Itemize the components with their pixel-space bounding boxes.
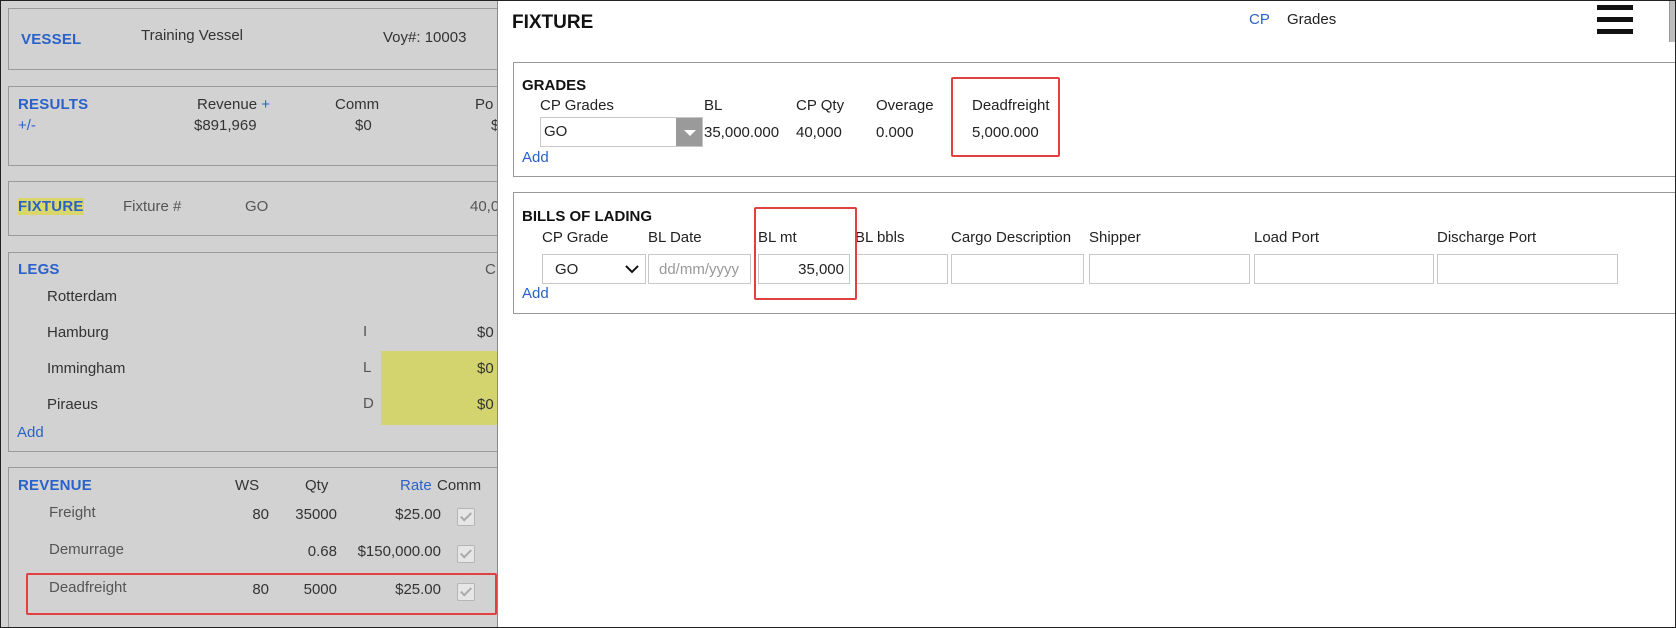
chevron-down-icon[interactable] — [676, 118, 702, 146]
bills-header-cp-grade: CP Grade — [542, 229, 609, 246]
grades-header-bl: BL — [704, 97, 723, 114]
grades-header-cp-qty: CP Qty — [796, 97, 845, 114]
leg-port: Piraeus — [47, 396, 98, 413]
load-port-input[interactable] — [1254, 254, 1434, 284]
leg-amount: $0 — [477, 396, 494, 413]
bl-cp-grade-select[interactable]: GO — [542, 254, 646, 284]
grades-overage-value: 0.000 — [876, 124, 914, 141]
revenue-row-rate: $25.00 — [395, 506, 441, 523]
bills-header-bl-date: BL Date — [648, 229, 702, 246]
cp-grade-value: GO — [544, 123, 568, 140]
cargo-description-input[interactable] — [951, 254, 1084, 284]
bills-add-link[interactable]: Add — [522, 285, 549, 302]
revenue-row-ws: 80 — [252, 506, 269, 523]
bl-date-input[interactable]: dd/mm/yyyy — [648, 254, 751, 284]
revenue-row-name: Freight — [49, 504, 96, 521]
cp-grade-combobox[interactable]: GO — [540, 117, 703, 147]
leg-port: Rotterdam — [47, 288, 118, 305]
grades-header-cp-grades: CP Grades — [540, 97, 614, 114]
bills-header-shipper: Shipper — [1089, 229, 1141, 246]
revenue-add-icon[interactable]: + — [261, 96, 270, 113]
leg-type: I — [363, 323, 368, 340]
deadfreight-highlight — [951, 77, 1060, 157]
bills-of-lading-panel: BILLS OF LADING CP Grade BL Date BL mt B… — [513, 192, 1676, 314]
hamburger-menu-icon[interactable] — [1597, 5, 1633, 35]
revenue-label: Revenue + — [197, 96, 270, 113]
discharge-port-input[interactable] — [1437, 254, 1618, 284]
revenue-comm-header: Comm — [437, 477, 482, 494]
revenue-ws-header: WS — [235, 477, 260, 494]
voyage-number: Voy#: 10003 — [383, 29, 467, 46]
deadfreight-row-highlight — [26, 573, 497, 615]
vessel-title[interactable]: VESSEL — [21, 31, 81, 48]
chevron-down-icon — [625, 265, 639, 274]
comm-value: $0 — [355, 117, 372, 134]
close-icon[interactable] — [1669, 0, 1676, 42]
fixture-number-label: Fixture # — [123, 198, 182, 215]
bl-bbls-input[interactable] — [855, 254, 948, 284]
bills-header-bl-bbls: BL bbls — [855, 229, 905, 246]
grades-cp-qty-value: 40,000 — [796, 124, 842, 141]
fixture-panel: FIXTURE CP Grades GRADES CP Grades BL CP… — [497, 0, 1676, 628]
fixture-qty: 40,0 — [470, 198, 497, 215]
grades-title: GRADES — [522, 77, 587, 94]
leg-port: Hamburg — [47, 324, 109, 341]
revenue-rate-header[interactable]: Rate — [400, 477, 432, 494]
results-card: RESULTS +/- Revenue + Comm Po $891,969 $… — [8, 86, 497, 166]
legs-card: LEGS C Rotterdam Hamburg I $0 Immingham … — [8, 252, 497, 452]
revenue-comm-checkbox[interactable] — [457, 508, 475, 526]
po-label: Po — [475, 96, 494, 113]
grades-panel: GRADES CP Grades BL CP Qty Overage Deadf… — [513, 62, 1676, 177]
revenue-label-text: Revenue — [197, 96, 258, 113]
leg-type: L — [363, 359, 372, 376]
comm-label: Comm — [335, 96, 380, 113]
vessel-name: Training Vessel — [141, 27, 243, 44]
bills-header-discharge-port: Discharge Port — [1437, 229, 1537, 246]
fixture-card: FIXTURE Fixture # GO 40,0 — [8, 181, 497, 236]
grades-bl-value: 35,000.000 — [704, 124, 780, 141]
results-title[interactable]: RESULTS — [18, 96, 88, 113]
bl-date-placeholder: dd/mm/yyyy — [659, 261, 740, 278]
leg-amount: $0 — [477, 324, 494, 341]
grades-header-overage: Overage — [876, 97, 934, 114]
revenue-qty-header: Qty — [305, 477, 329, 494]
background-voyage-page: VESSEL Training Vessel Voy#: 10003 RESUL… — [0, 0, 497, 628]
bills-title: BILLS OF LADING — [522, 208, 652, 225]
legs-column-label: C — [485, 261, 496, 278]
bills-header-load-port: Load Port — [1254, 229, 1320, 246]
tab-grades[interactable]: Grades — [1287, 11, 1336, 28]
leg-port: Immingham — [47, 360, 126, 377]
tab-cp[interactable]: CP — [1249, 11, 1270, 28]
fixture-panel-title: FIXTURE — [512, 12, 594, 33]
shipper-input[interactable] — [1089, 254, 1250, 284]
revenue-comm-checkbox[interactable] — [457, 545, 475, 563]
bl-mt-highlight — [754, 207, 857, 300]
leg-amount: $0 — [477, 360, 494, 377]
vessel-card: VESSEL Training Vessel Voy#: 10003 — [8, 8, 497, 70]
revenue-title[interactable]: REVENUE — [18, 477, 92, 494]
bills-header-cargo-description: Cargo Description — [951, 229, 1072, 246]
revenue-value: $891,969 — [194, 117, 257, 134]
revenue-row-rate: $150,000.00 — [357, 543, 441, 560]
results-plusminus-link[interactable]: +/- — [18, 117, 36, 134]
leg-type: D — [363, 395, 374, 412]
bl-cp-grade-value: GO — [555, 261, 579, 278]
fixture-grade: GO — [245, 198, 269, 215]
legs-title[interactable]: LEGS — [18, 261, 60, 278]
legs-add-link[interactable]: Add — [17, 424, 44, 441]
fixture-title[interactable]: FIXTURE — [18, 198, 84, 215]
grades-add-link[interactable]: Add — [522, 149, 549, 166]
revenue-row-name: Demurrage — [49, 541, 125, 558]
